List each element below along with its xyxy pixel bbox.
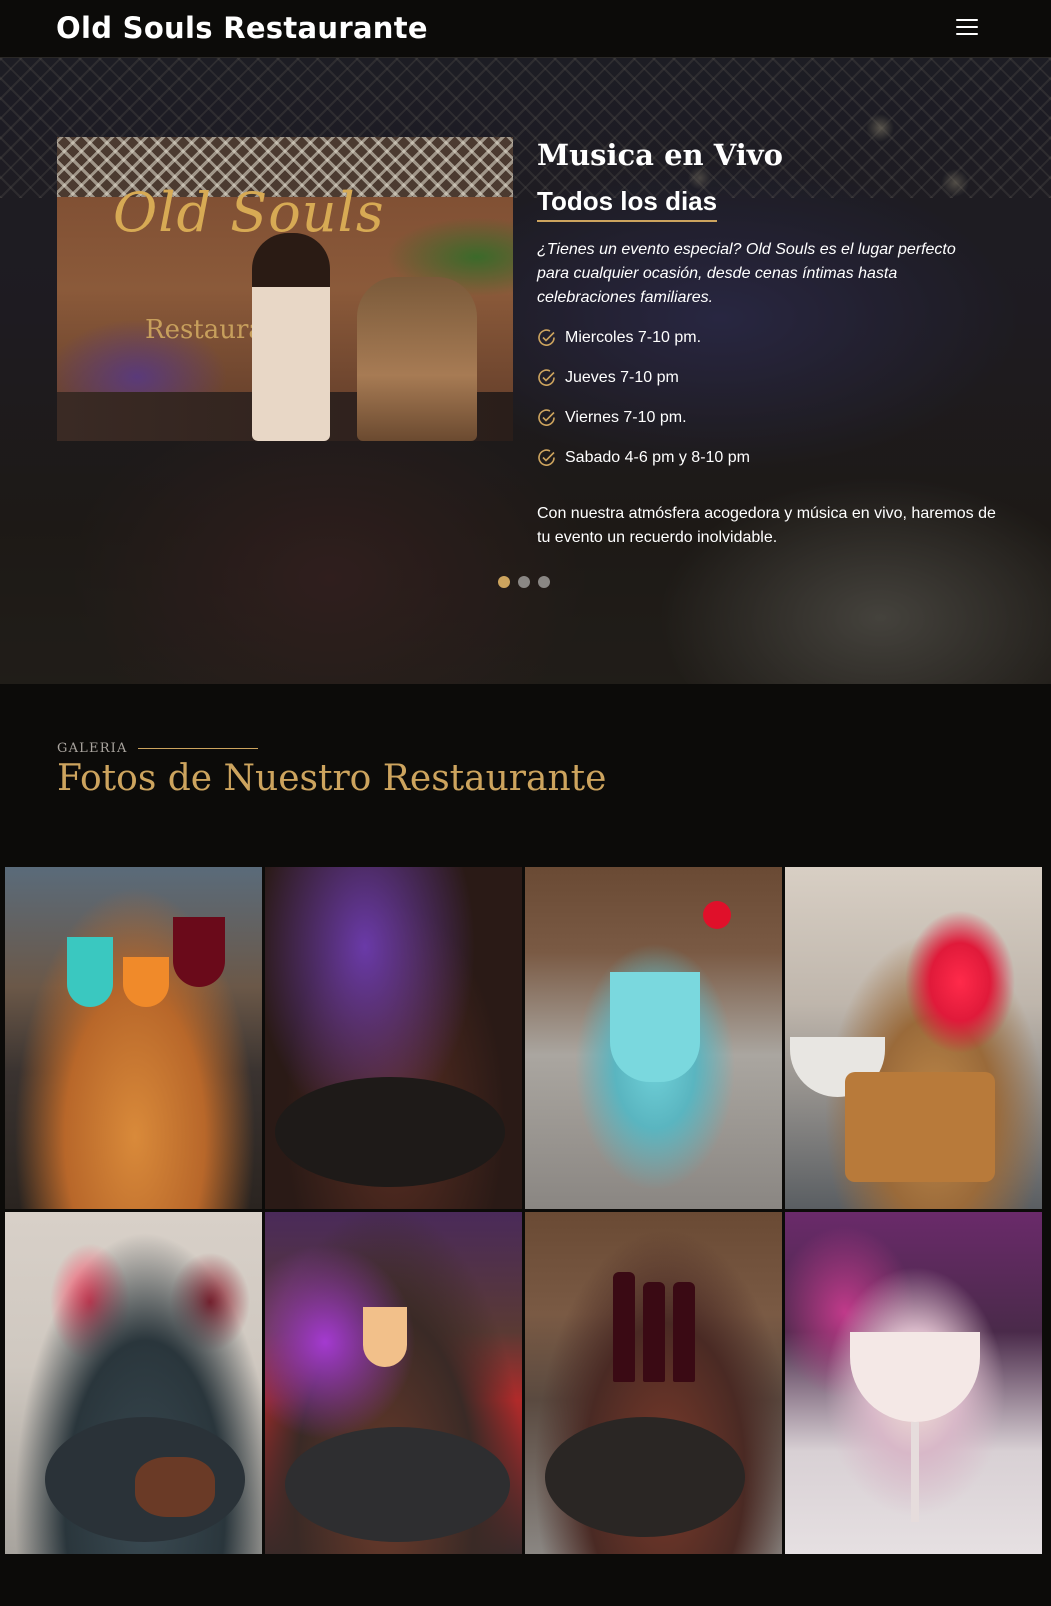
- photo-plate: [275, 1077, 505, 1187]
- schedule-list: Miercoles 7-10 pm. Jueves 7-10 pm Vierne…: [537, 329, 750, 489]
- hamburger-menu-icon[interactable]: [956, 18, 978, 36]
- photo-guitarist: [357, 277, 477, 441]
- section-tag: GALERIA: [57, 741, 258, 756]
- photo-drink: [363, 1307, 407, 1367]
- site-header: Old Souls Restaurante: [0, 0, 1051, 58]
- check-circle-icon: [538, 449, 555, 466]
- carousel-dot-1[interactable]: [498, 576, 510, 588]
- menu-bar: [956, 33, 978, 35]
- hero-carousel: Old Souls Restaurante Musica en Vivo Tod…: [0, 58, 1051, 684]
- menu-bar: [956, 19, 978, 21]
- section-title: Fotos de Nuestro Restaurante: [57, 758, 607, 799]
- photo-drink: [173, 917, 225, 987]
- gallery-photo-seafood-cocktails[interactable]: [5, 867, 262, 1209]
- gallery-photo-wine-steak[interactable]: [525, 1212, 782, 1554]
- schedule-item-text: Sabado 4-6 pm y 8-10 pm: [565, 449, 750, 466]
- gallery-photo-mixed-grill[interactable]: [5, 1212, 262, 1554]
- photo-sign-text: Old Souls: [113, 181, 385, 244]
- schedule-item-text: Viernes 7-10 pm.: [565, 409, 687, 426]
- schedule-item: Miercoles 7-10 pm.: [537, 329, 750, 369]
- photo-glass-stem: [911, 1422, 919, 1522]
- photo-dessert-glass: [850, 1332, 980, 1422]
- photo-drink: [123, 957, 169, 1007]
- photo-singer: [252, 233, 330, 441]
- schedule-item: Jueves 7-10 pm: [537, 369, 750, 409]
- photo-drink: [610, 972, 700, 1082]
- photo-cherry: [703, 901, 731, 929]
- photo-steak-skillet: [545, 1417, 745, 1537]
- photo-plate: [285, 1427, 510, 1542]
- check-circle-icon: [538, 409, 555, 426]
- gallery-photo-ice-cream-dessert[interactable]: [785, 1212, 1042, 1554]
- gallery-photo-steak-live-music[interactable]: [265, 867, 522, 1209]
- gallery-photo-band-dinner[interactable]: [265, 1212, 522, 1554]
- carousel-dot-2[interactable]: [518, 576, 530, 588]
- schedule-item-text: Miercoles 7-10 pm.: [565, 329, 702, 346]
- hero-description: ¿Tienes un evento especial? Old Souls es…: [537, 241, 956, 306]
- menu-bar: [956, 26, 978, 28]
- photo-lasagna: [845, 1072, 995, 1182]
- section-tag-line: [137, 748, 258, 749]
- hero-closing-text: Con nuestra atmósfera acogedora y música…: [537, 505, 996, 546]
- photo-steak: [135, 1457, 215, 1517]
- schedule-item: Sabado 4-6 pm y 8-10 pm: [537, 449, 750, 489]
- live-music-photo: Old Souls Restaurante: [57, 137, 513, 441]
- hero-title: Musica en Vivo: [537, 138, 783, 172]
- photo-wine-bottle: [643, 1282, 665, 1382]
- section-tag-text: GALERIA: [57, 741, 128, 756]
- carousel-dot-3[interactable]: [538, 576, 550, 588]
- schedule-item: Viernes 7-10 pm.: [537, 409, 750, 449]
- photo-gallery: [5, 867, 1042, 1555]
- check-circle-icon: [538, 329, 555, 346]
- gallery-photo-lasagna-salad[interactable]: [785, 867, 1042, 1209]
- site-logo[interactable]: Old Souls Restaurante: [56, 11, 428, 45]
- hero-subtitle: Todos los dias: [537, 186, 718, 222]
- check-circle-icon: [538, 369, 555, 386]
- photo-wine-bottle: [673, 1282, 695, 1382]
- schedule-item-text: Jueves 7-10 pm: [565, 369, 679, 386]
- photo-drink: [67, 937, 113, 1007]
- photo-wine-bottle: [613, 1272, 635, 1382]
- gallery-photo-blue-cocktail[interactable]: [525, 867, 782, 1209]
- carousel-indicators: [498, 576, 550, 588]
